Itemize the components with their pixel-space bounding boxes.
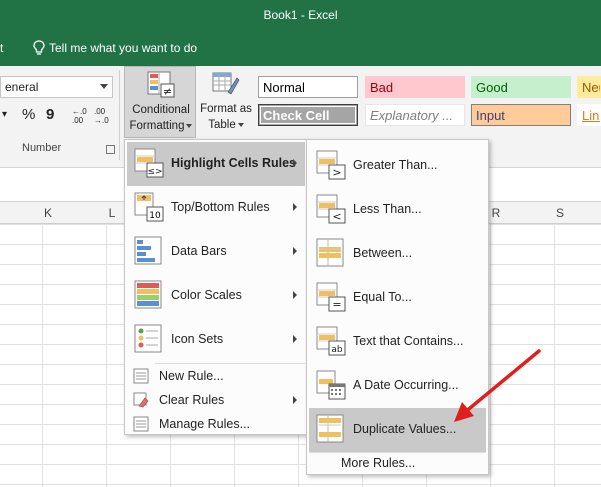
chevron-down-icon	[186, 123, 193, 128]
lightbulb-icon	[33, 40, 45, 55]
number-group-label: Number	[22, 142, 62, 154]
tell-me-search[interactable]: Tell me what you want to do	[49, 41, 197, 55]
column-header-s[interactable]: S	[528, 206, 592, 220]
menu-item-label: Manage Rules...	[159, 417, 251, 431]
icon-sets-icon	[134, 324, 164, 354]
svg-text:10: 10	[149, 211, 161, 221]
chevron-down-icon[interactable]: ▾	[2, 109, 7, 120]
menu-item-highlight-cells-rules[interactable]: ≤> Highlight Cells Rules	[127, 142, 305, 186]
menu-item-new-rule[interactable]: New Rule...	[127, 364, 305, 388]
chevron-right-icon	[293, 396, 297, 404]
new-rule-icon	[133, 368, 149, 384]
ribbon-tab-fragment[interactable]: t	[0, 41, 3, 55]
percent-button[interactable]: %	[22, 106, 35, 123]
manage-rules-icon	[133, 416, 149, 432]
svg-text:≠: ≠	[163, 85, 172, 98]
chevron-right-icon	[293, 247, 297, 255]
chevron-down-icon	[100, 84, 108, 89]
submenu-item-label: Greater Than...	[353, 158, 438, 172]
ribbon-tabs-bar: t Tell me what you want to do	[0, 30, 601, 66]
title-bar: Book1 - Excel	[0, 0, 601, 30]
top-bottom-icon: 10	[134, 192, 164, 222]
color-scales-icon	[134, 280, 164, 310]
cell-style-explanatory[interactable]: Explanatory ...	[365, 104, 465, 126]
submenu-item-label: Between...	[353, 246, 413, 260]
highlight-cells-icon: ≤>	[134, 148, 164, 178]
more-rules-item[interactable]: More Rules...	[341, 456, 415, 470]
menu-item-icon-sets[interactable]: Icon Sets	[127, 318, 305, 362]
svg-text:<: <	[332, 210, 341, 223]
cell-style-good[interactable]: Good	[471, 76, 571, 98]
menu-item-label: Clear Rules	[159, 393, 225, 407]
menu-item-label: Highlight Cells Rules	[171, 156, 297, 170]
submenu-item-equal-to[interactable]: = Equal To...	[309, 276, 486, 320]
format-as-table-button[interactable]: Format as Table	[198, 66, 254, 138]
svg-text:=: =	[332, 298, 341, 311]
dialog-launcher-icon[interactable]	[106, 145, 115, 154]
column-header-k[interactable]: K	[16, 206, 80, 220]
fat-label-line2: Table	[198, 118, 254, 132]
between-icon	[316, 238, 346, 268]
increase-decimal-button[interactable]: ←.0 .00	[72, 107, 87, 125]
menu-item-label: Top/Bottom Rules	[171, 200, 270, 214]
cell-style-input[interactable]: Input	[471, 104, 571, 126]
menu-item-data-bars[interactable]: Data Bars	[127, 230, 305, 274]
date-occurring-icon	[316, 370, 346, 400]
menu-item-label: Icon Sets	[171, 332, 224, 346]
submenu-item-between[interactable]: Between...	[309, 232, 486, 276]
chevron-right-icon	[293, 335, 297, 343]
svg-text:≤>: ≤>	[147, 167, 162, 177]
menu-item-top-bottom-rules[interactable]: 10 Top/Bottom Rules	[127, 186, 305, 230]
menu-item-manage-rules[interactable]: Manage Rules...	[127, 412, 305, 436]
menu-item-label: New Rule...	[159, 369, 224, 383]
group-divider	[119, 70, 120, 160]
menu-item-label: Data Bars	[171, 244, 227, 258]
submenu-item-greater-than[interactable]: > Greater Than...	[309, 144, 486, 188]
annotation-arrow-icon	[454, 349, 541, 422]
menu-separator	[309, 452, 486, 453]
number-format-dropdown[interactable]: eneral	[0, 76, 113, 98]
submenu-item-label: Duplicate Values...	[353, 422, 457, 436]
data-bars-icon	[134, 236, 164, 266]
cell-style-bad[interactable]: Bad	[365, 76, 465, 98]
cell-style-neu[interactable]: Neu	[577, 76, 601, 98]
clear-rules-icon	[133, 392, 149, 408]
chevron-right-icon	[293, 291, 297, 299]
menu-item-label: Color Scales	[171, 288, 242, 302]
cf-label-line1: Conditional	[132, 104, 190, 116]
greater-than-icon: >	[316, 150, 346, 180]
submenu-item-less-than[interactable]: < Less Than...	[309, 188, 486, 232]
fat-label-line1: Format as	[200, 103, 252, 115]
chevron-right-icon	[293, 159, 297, 167]
cell-style-check-cell[interactable]: Check Cell	[258, 104, 358, 126]
conditional-formatting-icon: ≠	[147, 71, 175, 98]
submenu-item-label: Less Than...	[353, 202, 422, 216]
comma-style-button[interactable]: 9	[46, 106, 54, 123]
svg-text:ab: ab	[331, 345, 343, 355]
chevron-right-icon	[293, 203, 297, 211]
conditional-formatting-button[interactable]: ≠ Conditional Formatting	[124, 66, 196, 138]
menu-item-clear-rules[interactable]: Clear Rules	[127, 388, 305, 412]
decrease-decimal-button[interactable]: .00 →.0	[94, 107, 109, 125]
duplicate-values-icon	[316, 414, 346, 444]
number-format-value: eneral	[5, 80, 39, 94]
cell-style-link[interactable]: Link	[577, 104, 601, 126]
submenu-item-label: Equal To...	[353, 290, 412, 304]
svg-text:>: >	[332, 166, 341, 179]
menu-item-color-scales[interactable]: Color Scales	[127, 274, 305, 318]
submenu-item-label: Text that Contains...	[353, 334, 464, 348]
text-contains-icon: ab	[316, 326, 346, 356]
cell-style-normal[interactable]: Normal	[258, 76, 358, 98]
less-than-icon: <	[316, 194, 346, 224]
chevron-down-icon	[237, 122, 244, 127]
window-title: Book1 - Excel	[263, 8, 338, 22]
equal-to-icon: =	[316, 282, 346, 312]
submenu-item-label: A Date Occurring...	[353, 378, 459, 392]
format-as-table-icon	[212, 72, 240, 95]
cf-label-line2: Formatting	[125, 119, 197, 133]
conditional-formatting-menu: ≤> Highlight Cells Rules 10 Top/Bottom Rule…	[124, 139, 308, 435]
